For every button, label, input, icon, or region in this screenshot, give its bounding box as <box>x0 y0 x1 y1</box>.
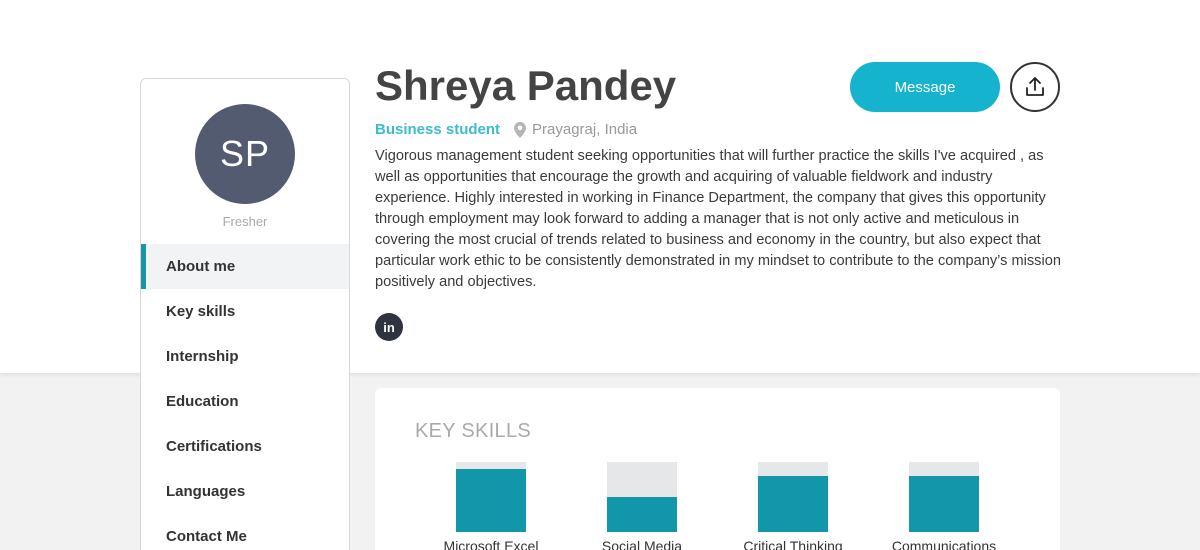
skill-bar-fill <box>607 497 677 532</box>
sidebar-item-education[interactable]: Education <box>141 379 349 424</box>
status-label: Fresher <box>222 214 268 229</box>
skill-bar-fill <box>758 476 828 532</box>
skill-bar-track <box>758 462 828 532</box>
sidebar-item-certifications[interactable]: Certifications <box>141 424 349 469</box>
linkedin-icon[interactable]: in <box>375 313 403 341</box>
sidebar-item-internship[interactable]: Internship <box>141 334 349 379</box>
skill-bar-fill <box>456 469 526 532</box>
skill-bar-track <box>607 462 677 532</box>
profile-bio: Vigorous management student seeking oppo… <box>375 148 1061 290</box>
profile-subline: Business student Prayagraj, India <box>375 121 637 138</box>
skill-label: Communications <box>891 538 997 550</box>
key-skills-card: KEY SKILLS Microsoft Excel Social Media Cr… <box>375 388 1060 550</box>
key-skills-title: KEY SKILLS <box>415 420 532 442</box>
skill-bar-track <box>909 462 979 532</box>
sidebar-item-key-skills[interactable]: Key skills <box>141 289 349 334</box>
profile-role: Business student <box>375 121 501 138</box>
sidebar-nav: About me Key skills Internship Education… <box>141 244 349 550</box>
profile-name: Shreya Pandey <box>375 62 677 109</box>
skill-bar-fill <box>909 476 979 532</box>
skill-label: Critical Thinking <box>743 538 843 550</box>
share-button[interactable] <box>1010 62 1060 112</box>
skill-label: Social Media <box>601 538 683 550</box>
message-button[interactable]: Message <box>850 62 1000 112</box>
skill-label: Microsoft Excel <box>443 538 539 550</box>
share-upload-icon <box>1026 77 1044 96</box>
sidebar-item-contact-me[interactable]: Contact Me <box>141 514 349 550</box>
avatar: SP <box>195 104 295 204</box>
profile-sidebar: SP Fresher About me Key skills Internshi… <box>140 78 350 550</box>
sidebar-item-about-me[interactable]: About me <box>141 244 349 289</box>
skill-bar-track <box>456 462 526 532</box>
location-pin-icon <box>514 121 527 138</box>
sidebar-item-languages[interactable]: Languages <box>141 469 349 514</box>
profile-location: Prayagraj, India <box>532 121 638 138</box>
